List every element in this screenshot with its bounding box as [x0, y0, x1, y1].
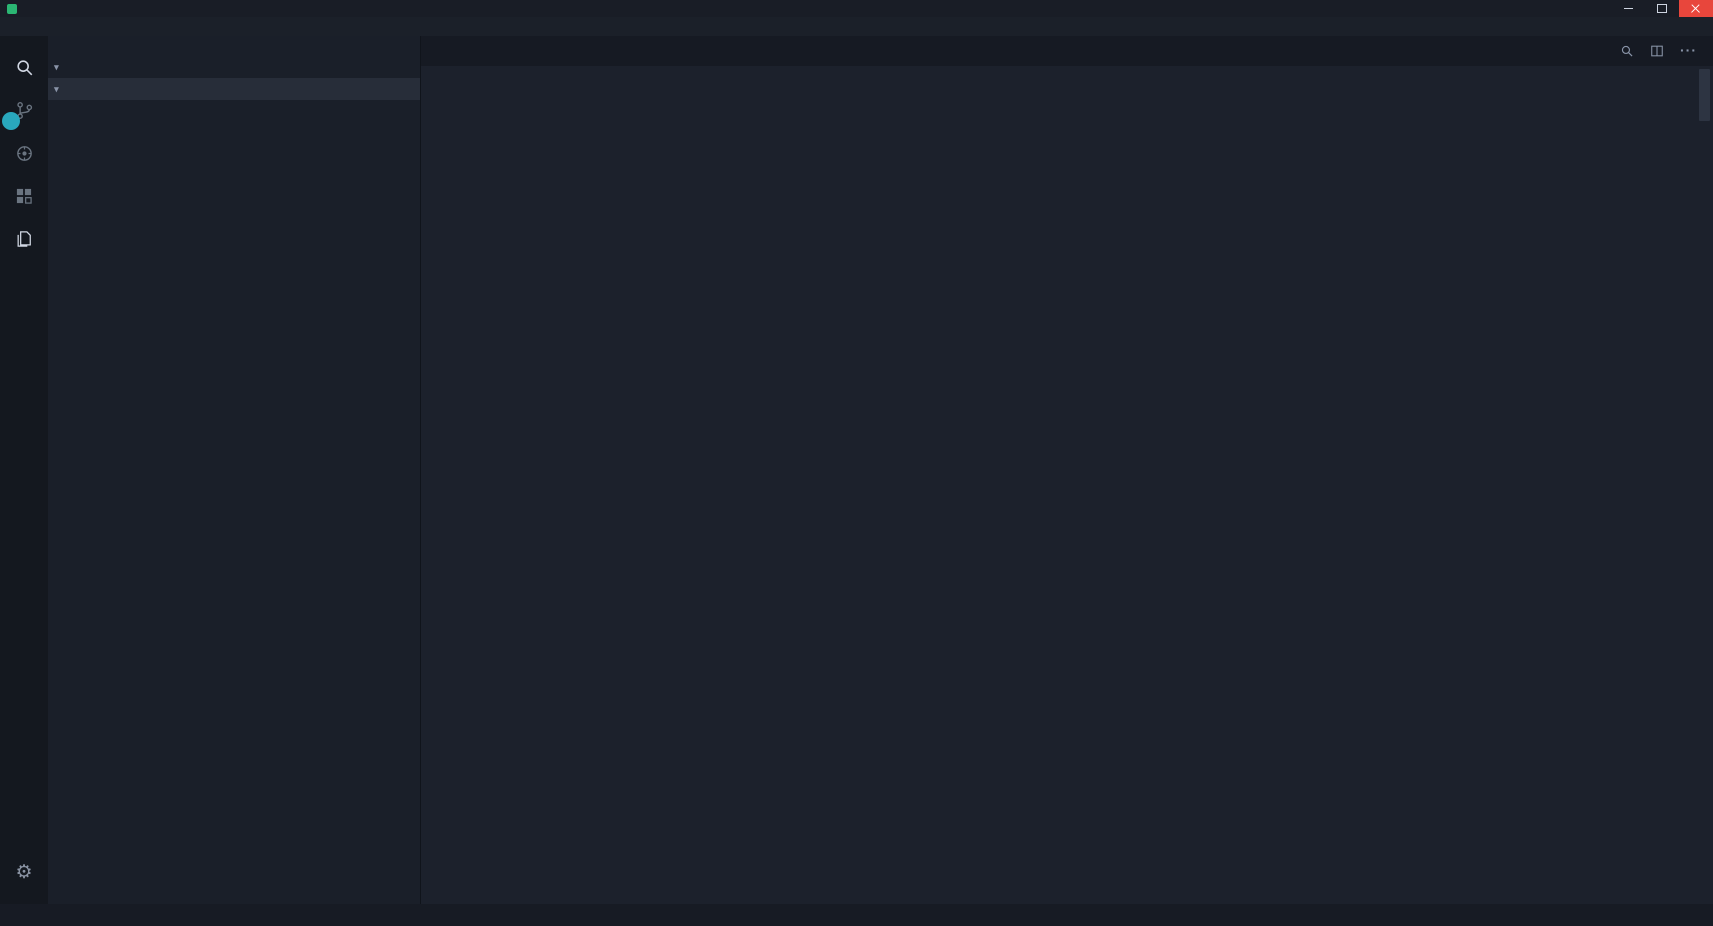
editor-scrollbar[interactable]: [1699, 69, 1710, 121]
vscode-window: ⚙: [0, 0, 1713, 926]
explorer-icon[interactable]: [0, 219, 48, 259]
extensions-icon[interactable]: [0, 176, 48, 216]
menubar: [0, 17, 1713, 36]
activity-bar: ⚙: [0, 36, 48, 904]
more-actions-icon[interactable]: [1680, 42, 1697, 60]
tab-bar: [421, 36, 1713, 66]
status-bar: [0, 904, 1713, 926]
main-area: ⚙: [0, 36, 1713, 904]
editor-actions: [1620, 36, 1713, 66]
vscode-insiders-icon: [7, 3, 17, 14]
minimize-button[interactable]: [1611, 0, 1645, 17]
titlebar: [0, 0, 1713, 17]
sidebar-title: [48, 36, 420, 56]
window-controls: [1611, 0, 1713, 17]
explorer-sidebar: [48, 36, 421, 904]
open-preview-icon[interactable]: [1620, 44, 1634, 58]
workspace-header[interactable]: [48, 78, 420, 100]
code-editor[interactable]: [421, 66, 1713, 904]
editor-region: [421, 36, 1713, 904]
maximize-button[interactable]: [1645, 0, 1679, 17]
close-button[interactable]: [1679, 0, 1713, 17]
settings-gear-icon[interactable]: ⚙: [0, 852, 48, 892]
open-editors-header[interactable]: [48, 56, 420, 78]
search-icon[interactable]: [0, 47, 48, 87]
split-editor-icon[interactable]: [1650, 44, 1664, 58]
file-tree: [48, 100, 420, 904]
chevron-down-icon: [48, 84, 65, 95]
scm-changes-badge: [2, 112, 20, 130]
chevron-down-icon: [48, 62, 65, 73]
source-control-icon[interactable]: [0, 90, 48, 130]
settings-sync-icon[interactable]: [0, 133, 48, 173]
